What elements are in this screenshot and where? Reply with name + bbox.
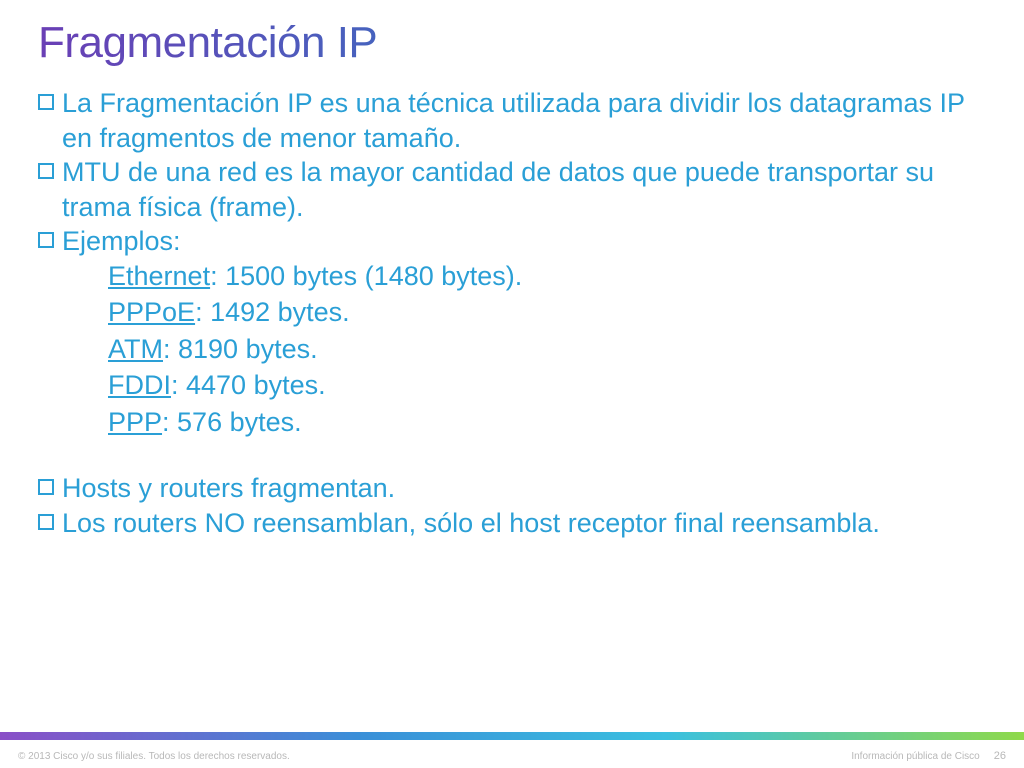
slide-content: La Fragmentación IP es una técnica utili… [38, 86, 986, 541]
bullet-item: Ejemplos: [38, 224, 986, 259]
bullet-item: Hosts y routers fragmentan. [38, 471, 986, 506]
slide-title: Fragmentación IP [38, 18, 986, 68]
bullet-text: Los routers NO reensamblan, sólo el host… [62, 506, 986, 541]
example-item: FDDI: 4470 bytes. [108, 368, 986, 403]
example-value: : 576 bytes. [162, 407, 302, 437]
example-name: Ethernet [108, 261, 210, 291]
bullet-square-icon [38, 94, 54, 110]
example-value: : 4470 bytes. [171, 370, 326, 400]
example-item: Ethernet: 1500 bytes (1480 bytes). [108, 259, 986, 294]
bullet-text: MTU de una red es la mayor cantidad de d… [62, 155, 986, 224]
example-name: ATM [108, 334, 163, 364]
bullet-text: La Fragmentación IP es una técnica utili… [62, 86, 986, 155]
slide-footer: © 2013 Cisco y/o sus filiales. Todos los… [0, 750, 1024, 762]
bullet-item: Los routers NO reensamblan, sólo el host… [38, 506, 986, 541]
bullet-square-icon [38, 163, 54, 179]
example-item: PPPoE: 1492 bytes. [108, 295, 986, 330]
bullet-item: MTU de una red es la mayor cantidad de d… [38, 155, 986, 224]
copyright-text: © 2013 Cisco y/o sus filiales. Todos los… [18, 751, 290, 762]
example-value: : 1492 bytes. [195, 297, 350, 327]
bullet-square-icon [38, 232, 54, 248]
example-name: PPPoE [108, 297, 195, 327]
bullet-square-icon [38, 479, 54, 495]
example-value: : 1500 bytes (1480 bytes). [210, 261, 522, 291]
example-item: ATM: 8190 bytes. [108, 332, 986, 367]
bullet-item: La Fragmentación IP es una técnica utili… [38, 86, 986, 155]
page-number: 26 [994, 750, 1006, 762]
bullet-text: Hosts y routers fragmentan. [62, 471, 986, 506]
classification-text: Información pública de Cisco [851, 751, 979, 762]
example-name: FDDI [108, 370, 171, 400]
examples-list: Ethernet: 1500 bytes (1480 bytes). PPPoE… [108, 259, 986, 440]
slide: Fragmentación IP La Fragmentación IP es … [0, 0, 1024, 768]
footer-gradient-bar [0, 732, 1024, 740]
example-item: PPP: 576 bytes. [108, 405, 986, 440]
bullet-text: Ejemplos: [62, 224, 986, 259]
example-value: : 8190 bytes. [163, 334, 318, 364]
example-name: PPP [108, 407, 162, 437]
bullet-square-icon [38, 514, 54, 530]
